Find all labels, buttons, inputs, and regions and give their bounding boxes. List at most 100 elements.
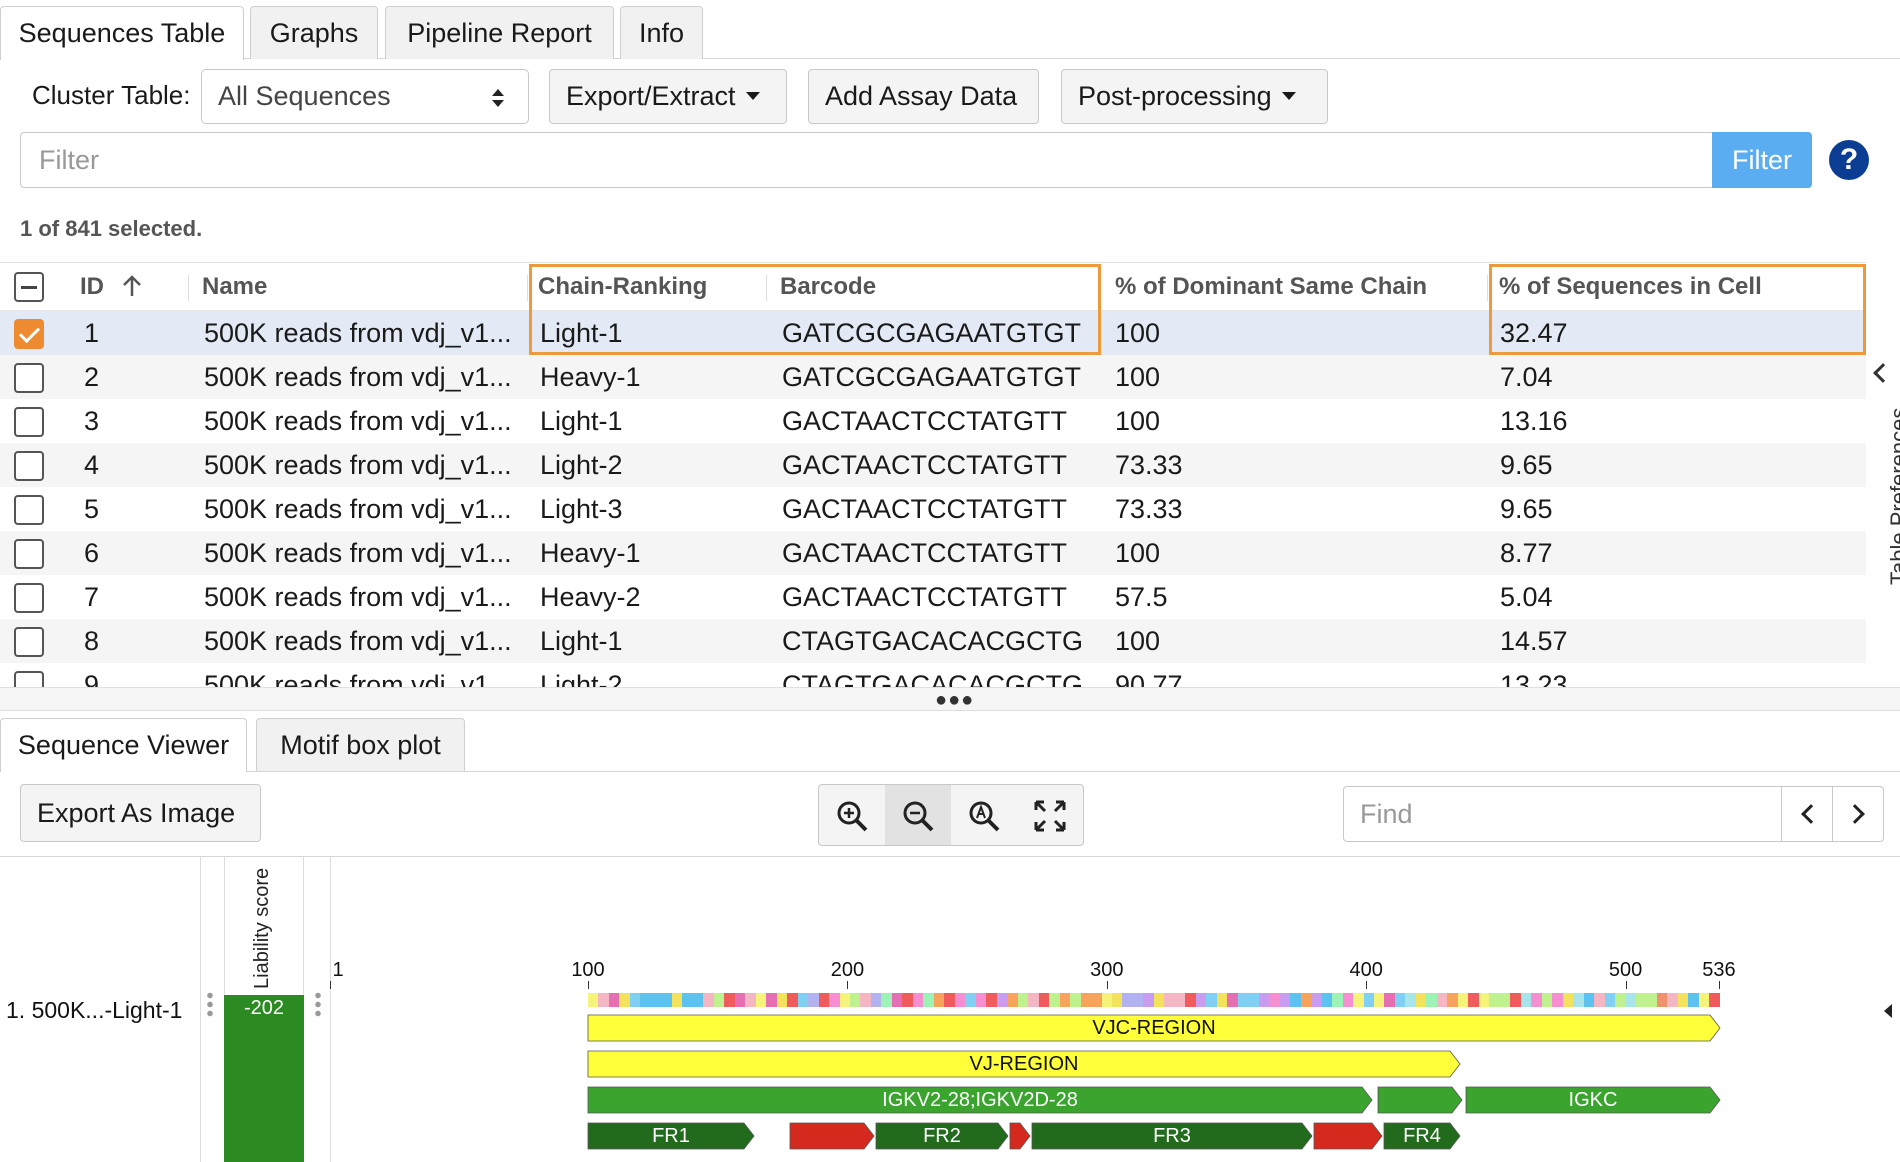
annotation-label: IGKV2-28;IGKV2D-28 (882, 1089, 1078, 1111)
table-row[interactable]: 8 500K reads from vdj_v1... Light-1 CTAGTGA… (0, 619, 1866, 663)
table-preferences-tab[interactable]: Table Preferences (1866, 355, 1900, 595)
row-checkbox[interactable] (14, 319, 44, 349)
cell-cell: 13.23 (1500, 670, 1568, 687)
bottom-tab-bar: Sequence Viewer Motif box plot (0, 712, 1900, 772)
drag-handle-icon: ●●● (935, 689, 975, 711)
annotation-arrow[interactable]: FR1 (587, 1122, 755, 1150)
annotation-arrow[interactable] (789, 1122, 875, 1150)
cell-dominant: 100 (1115, 626, 1161, 656)
cell-id: 2 (84, 362, 100, 392)
annotation-arrow[interactable] (1009, 1122, 1031, 1150)
filter-input[interactable]: Filter (20, 132, 1714, 188)
find-next-button[interactable] (1832, 786, 1884, 842)
find-previous-button[interactable] (1781, 786, 1833, 842)
cell-name: 500K reads from vdj_v1... (204, 362, 512, 392)
column-header-dominant-same-chain[interactable]: % of Dominant Same Chain (1115, 263, 1427, 311)
select-updown-icon (492, 89, 504, 107)
column-header-name[interactable]: Name (202, 263, 267, 311)
cluster-table-select[interactable]: All Sequences (201, 69, 529, 124)
cell-chain: Light-1 (540, 406, 623, 436)
cell-cell: 5.04 (1500, 582, 1553, 612)
cell-id: 7 (84, 582, 100, 612)
row-checkbox[interactable] (14, 627, 44, 657)
highlight-box-sequences-in-cell (1489, 264, 1866, 355)
zoom-fit-button[interactable] (951, 785, 1017, 845)
cell-dominant: 90.77 (1115, 670, 1183, 687)
table-row[interactable]: 6 500K reads from vdj_v1... Heavy-1 GACTAAC… (0, 531, 1866, 575)
cell-barcode: GACTAACTCCTATGTT (782, 538, 1067, 568)
annotation-arrow[interactable]: FR2 (875, 1122, 1009, 1150)
filter-button[interactable]: Filter (1712, 132, 1812, 188)
post-processing-label: Post-processing (1078, 81, 1272, 111)
cell-chain: Heavy-1 (540, 362, 641, 392)
annotation-arrow[interactable]: FR4 (1383, 1122, 1461, 1150)
top-tab-bar: Sequences Table Graphs Pipeline Report I… (0, 0, 1900, 60)
tab-sequence-viewer[interactable]: Sequence Viewer (0, 718, 247, 772)
cell-cell: 14.57 (1500, 626, 1568, 656)
cell-chain: Heavy-2 (540, 582, 641, 612)
cell-name: 500K reads from vdj_v1... (204, 494, 512, 524)
table-row[interactable]: 4 500K reads from vdj_v1... Light-2 GACTAAC… (0, 443, 1866, 487)
cell-cell: 13.16 (1500, 406, 1568, 436)
annotation-label: FR4 (1403, 1125, 1441, 1147)
table-preferences-label: Table Preferences (1886, 407, 1900, 585)
annotation-label: VJ-REGION (970, 1053, 1079, 1075)
annotation-label: FR3 (1153, 1125, 1191, 1147)
table-row[interactable]: 3 500K reads from vdj_v1... Light-1 GACTAAC… (0, 399, 1866, 443)
annotation-arrow[interactable]: IGKV2-28;IGKV2D-28 (587, 1086, 1373, 1114)
annotation-arrow[interactable]: IGKC (1465, 1086, 1721, 1114)
post-processing-button[interactable]: Post-processing (1061, 69, 1328, 124)
cell-barcode: GACTAACTCCTATGTT (782, 406, 1067, 436)
cell-cell: 9.65 (1500, 450, 1553, 480)
annotation-arrow[interactable] (1313, 1122, 1383, 1150)
cell-chain: Light-2 (540, 450, 623, 480)
selection-count: 1 of 841 selected. (20, 216, 203, 241)
select-all-checkbox[interactable] (14, 272, 44, 302)
cell-chain: Heavy-1 (540, 538, 641, 568)
help-icon[interactable]: ? (1829, 140, 1869, 180)
caret-left-icon[interactable] (1884, 1004, 1892, 1018)
table-row[interactable]: 5 500K reads from vdj_v1... Light-3 GACTAAC… (0, 487, 1866, 531)
row-checkbox[interactable] (14, 583, 44, 613)
column-header-id[interactable]: ID (80, 263, 143, 311)
tab-graphs[interactable]: Graphs (250, 6, 378, 59)
row-checkbox[interactable] (14, 495, 44, 525)
row-checkbox[interactable] (14, 363, 44, 393)
panel-splitter[interactable]: ●●● (0, 687, 1900, 711)
row-checkbox[interactable] (14, 407, 44, 437)
table-row[interactable]: 7 500K reads from vdj_v1... Heavy-2 GACTAAC… (0, 575, 1866, 619)
export-as-image-button[interactable]: Export As Image (20, 784, 261, 842)
column-header-id-label: ID (80, 273, 104, 300)
cell-dominant: 57.5 (1115, 582, 1168, 612)
annotation-arrow[interactable]: VJC-REGION (587, 1014, 1721, 1042)
zoom-in-button[interactable] (819, 785, 885, 845)
chevron-right-icon (1845, 804, 1865, 824)
tab-pipeline-report[interactable]: Pipeline Report (385, 6, 614, 59)
cell-id: 4 (84, 450, 100, 480)
fullscreen-button[interactable] (1017, 785, 1083, 845)
cell-cell: 7.04 (1500, 362, 1553, 392)
export-extract-button[interactable]: Export/Extract (549, 69, 787, 124)
cell-barcode: GATCGCGAGAATGTGT (782, 362, 1082, 392)
row-checkbox[interactable] (14, 671, 44, 687)
cell-cell: 9.65 (1500, 494, 1553, 524)
tab-info[interactable]: Info (620, 6, 703, 59)
row-checkbox[interactable] (14, 539, 44, 569)
cell-name: 500K reads from vdj_v1... (204, 318, 512, 348)
find-input[interactable]: Find (1343, 786, 1783, 842)
annotation-arrow[interactable]: VJ-REGION (587, 1050, 1461, 1078)
tab-motif-box-plot[interactable]: Motif box plot (256, 718, 465, 771)
tab-sequences-table[interactable]: Sequences Table (0, 6, 244, 60)
cell-cell: 8.77 (1500, 538, 1553, 568)
table-row[interactable]: 9 500K reads from vdj_v1... Light-2 CTAGTGA… (0, 663, 1866, 687)
table-row[interactable]: 2 500K reads from vdj_v1... Heavy-1 GATCGCG… (0, 355, 1866, 399)
sort-ascending-icon (122, 274, 141, 296)
zoom-out-button[interactable] (885, 785, 951, 845)
annotation-arrow[interactable] (1377, 1086, 1463, 1114)
row-checkbox[interactable] (14, 451, 44, 481)
add-assay-data-button[interactable]: Add Assay Data (808, 69, 1039, 124)
cell-id: 8 (84, 626, 100, 656)
annotation-arrow[interactable]: FR3 (1031, 1122, 1313, 1150)
cell-dominant: 100 (1115, 406, 1161, 436)
cell-id: 5 (84, 494, 100, 524)
